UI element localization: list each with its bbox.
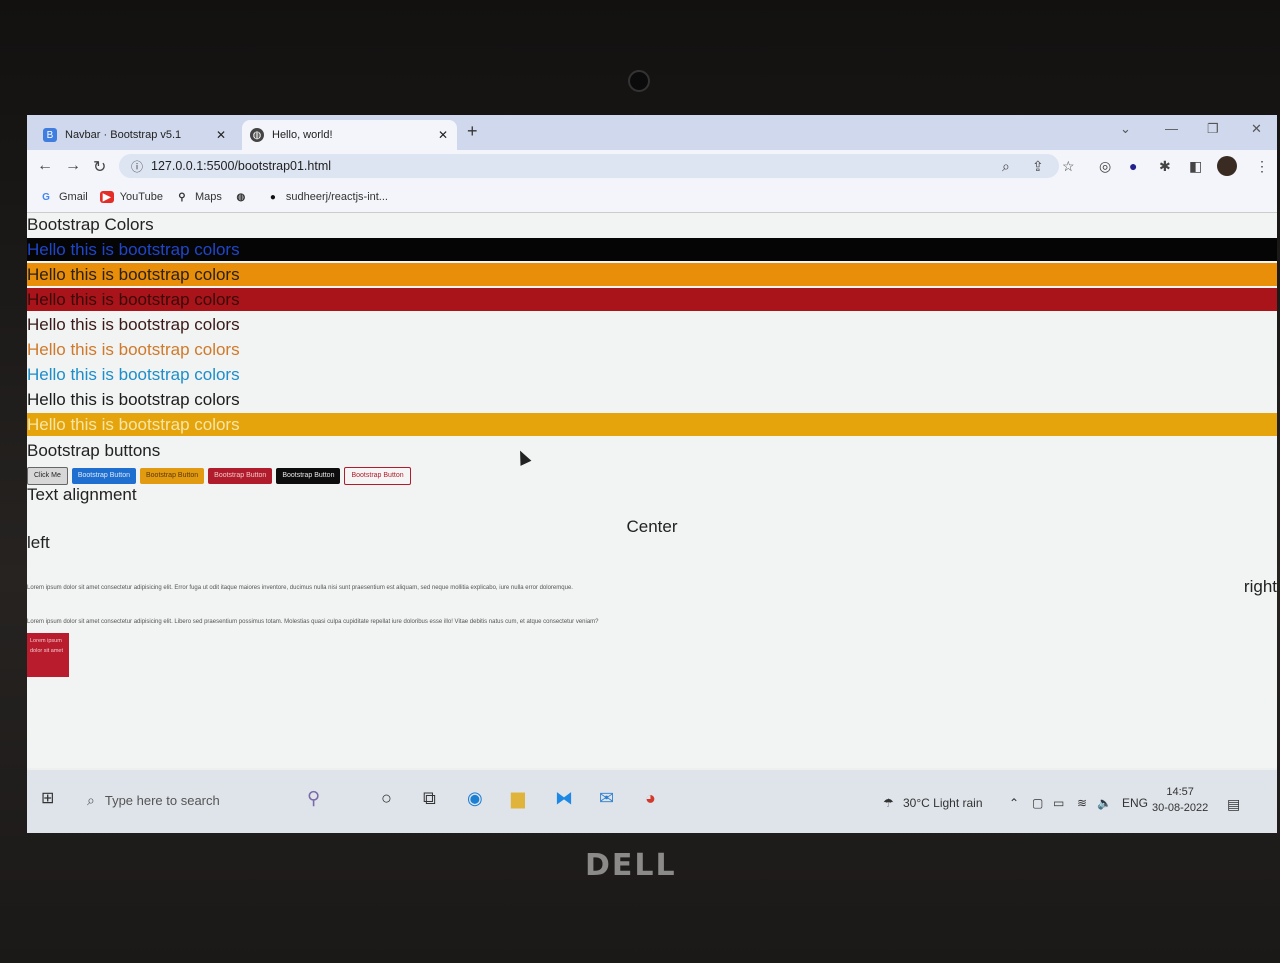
bookmark-label: Maps [194,191,222,203]
zoom-icon[interactable]: ⌕ [1002,158,1010,175]
lorem-paragraph-1: Lorem ipsum dolor sit amet consectetur a… [27,585,573,591]
tab-title: Navbar · Bootstrap v5.1 [65,129,182,141]
screen: B Navbar · Bootstrap v5.1 ✕ ◍ Hello, wor… [27,115,1277,833]
url-text: 127.0.0.1:5500/bootstrap01.html [151,159,332,173]
weather-text[interactable]: 30°C Light rain [903,796,983,810]
tab-bar: B Navbar · Bootstrap v5.1 ✕ ◍ Hello, wor… [27,115,1277,150]
side-panel-icon[interactable]: ◧ [1189,158,1202,175]
battery-icon[interactable]: ▭ [1053,796,1064,810]
bootstrap-icon: B [43,128,57,142]
windows-start-icon[interactable]: ⊞ [41,788,54,808]
color-line-red: Hello this is bootstrap colors [27,288,1277,311]
taskbar: ⊞ ⌕ Type here to search ⚲ ○ ⧉ ◉ ▆ ⧓ ✉ ◕ … [27,770,1277,833]
cortana-icon[interactable]: ○ [381,788,392,809]
color-line-info-text: Hello this is bootstrap colors [27,365,240,384]
search-placeholder: Type here to search [104,792,220,808]
globe-icon: ◍ [250,128,264,142]
bootstrap-button-dark[interactable]: Bootstrap Button [276,468,341,484]
window-close-icon[interactable]: ✕ [1251,121,1262,137]
webcam [628,70,650,92]
close-icon[interactable]: ✕ [435,128,451,142]
youtube-icon: ▶ [99,191,114,203]
left-text: left [27,533,50,552]
forward-icon[interactable]: → [65,157,81,175]
tray-chevron-icon[interactable]: ⌃ [1009,796,1019,810]
clock-time: 14:57 [1166,786,1194,798]
edge-icon[interactable]: ◉ [467,788,483,809]
maps-pin-icon: ⚲ [178,191,186,203]
buttons-heading: Bootstrap buttons [27,441,161,460]
bookmark-globe[interactable]: ◍ [234,191,254,203]
vscode-icon[interactable]: ⧓ [555,788,573,809]
taskbar-search[interactable]: ⌕ Type here to search [77,780,297,820]
color-line-orange: Hello this is bootstrap colors [27,263,1277,286]
bookmark-gmail[interactable]: G Gmail [39,191,88,203]
tab-hello-world[interactable]: ◍ Hello, world! ✕ [242,120,457,150]
page-content: Bootstrap Colors Hello this is bootstrap… [27,213,1277,768]
info-icon[interactable]: ⓘ [131,158,143,175]
bookmark-github[interactable]: ● sudheerj/reactjs-int... [266,191,388,203]
lorem-paragraph-2: Lorem ipsum dolor sit amet consectetur a… [27,619,599,625]
search-highlight-icon[interactable]: ⚲ [307,788,320,809]
restore-icon[interactable]: ❐ [1207,121,1219,137]
new-tab-icon[interactable]: + [467,121,478,142]
minimize-icon[interactable]: — [1165,121,1178,136]
wifi-icon[interactable]: ≋ [1077,796,1087,810]
color-line-warning-text: Hello this is bootstrap colors [27,340,240,359]
bootstrap-button-warning[interactable]: Bootstrap Button [140,468,205,484]
chrome-icon[interactable]: ◕ [645,788,656,809]
meet-icon[interactable]: ▢ [1032,796,1043,810]
mail-icon[interactable]: ✉ [599,788,614,809]
google-icon: G [42,191,50,203]
file-explorer-icon[interactable]: ▆ [511,788,525,809]
alignment-heading: Text alignment [27,485,137,504]
tab-title: Hello, world! [272,129,333,141]
language-indicator[interactable]: ENG [1122,796,1148,810]
browser-toolbar: ← → ↻ ⓘ 127.0.0.1:5500/bootstrap01.html … [27,150,1277,182]
extension-icon[interactable]: ◎ [1099,158,1111,175]
tab-navbar-bootstrap[interactable]: B Navbar · Bootstrap v5.1 ✕ [35,120,235,150]
extension-circle-icon[interactable]: ● [1129,158,1137,174]
bookmark-label: Gmail [59,191,88,203]
reload-icon[interactable]: ↻ [93,157,106,177]
bookmark-label: YouTube [119,191,163,203]
globe-icon: ◍ [236,191,246,203]
bookmark-star-icon[interactable]: ☆ [1062,158,1075,175]
bookmark-label: sudheerj/reactjs-int... [285,191,388,203]
dell-logo: DELL [585,848,677,883]
red-box: Lorem ipsum dolor sit amet [27,633,69,677]
tab-search-chevron-icon[interactable]: ⌄ [1120,121,1131,137]
color-line-dark-text: Hello this is bootstrap colors [27,390,240,409]
share-icon[interactable]: ⇪ [1032,158,1044,175]
color-line-black: Hello this is bootstrap colors [27,238,1277,261]
task-view-icon[interactable]: ⧉ [423,788,436,809]
notification-icon[interactable]: ▤ [1227,796,1240,813]
address-bar[interactable]: ⓘ 127.0.0.1:5500/bootstrap01.html [119,154,1059,178]
bootstrap-button-danger[interactable]: Bootstrap Button [208,468,273,484]
back-icon[interactable]: ← [37,157,53,175]
clock-date: 30-08-2022 [1152,802,1209,814]
bookmarks-bar: G Gmail ▶ YouTube ⚲ Maps ◍ ● sudheerj/re… [27,182,1277,213]
github-icon: ● [269,191,276,203]
color-line-yellow: Hello this is bootstrap colors [27,413,1277,436]
profile-avatar[interactable] [1217,156,1237,176]
colors-heading: Bootstrap Colors [27,215,154,234]
bootstrap-button-primary[interactable]: Bootstrap Button [71,468,136,484]
close-icon[interactable]: ✕ [213,128,229,142]
bookmark-maps[interactable]: ⚲ Maps [175,191,222,203]
bookmark-youtube[interactable]: ▶ YouTube [99,191,163,203]
volume-icon[interactable]: 🔈 [1097,796,1112,810]
menu-kebab-icon[interactable]: ⋮ [1255,158,1269,175]
search-icon: ⌕ [87,791,95,808]
clock[interactable]: 14:57 30-08-2022 [1152,784,1208,816]
puzzle-icon[interactable]: ✱ [1159,158,1171,175]
weather-icon[interactable]: ☂ [883,796,894,810]
color-line-plain: Hello this is bootstrap colors [27,315,240,334]
